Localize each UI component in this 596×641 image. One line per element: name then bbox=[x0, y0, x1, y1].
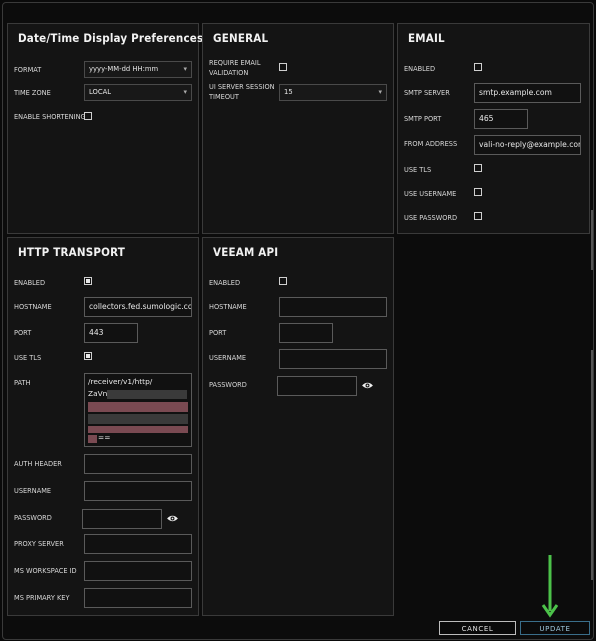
path-label: PATH bbox=[14, 379, 31, 387]
http-username-label: USERNAME bbox=[14, 487, 52, 495]
http-use-tls-checkbox[interactable] bbox=[84, 352, 92, 360]
use-password-label: USE PASSWORD bbox=[404, 214, 458, 222]
email-enabled-checkbox[interactable] bbox=[474, 63, 482, 71]
format-label: FORMAT bbox=[14, 66, 42, 74]
http-password-label: PASSWORD bbox=[14, 514, 52, 522]
ms-primary-key-input[interactable] bbox=[84, 588, 192, 608]
veeam-port-input[interactable] bbox=[279, 323, 333, 343]
timezone-select[interactable]: LOCAL ▾ bbox=[84, 84, 192, 101]
redacted-block bbox=[88, 414, 188, 424]
from-address-label: FROM ADDRESS bbox=[404, 140, 458, 148]
email-use-password-checkbox[interactable] bbox=[474, 212, 482, 220]
veeam-enabled-label: ENABLED bbox=[209, 279, 241, 287]
show-password-eye-icon[interactable] bbox=[361, 381, 374, 390]
email-panel: EMAIL ENABLED SMTP SERVER smtp.example.c… bbox=[397, 23, 590, 234]
use-tls-label: USE TLS bbox=[404, 166, 432, 174]
veeam-username-label: USERNAME bbox=[209, 354, 247, 362]
annotation-arrow-icon bbox=[541, 555, 559, 618]
veeam-password-input[interactable] bbox=[277, 376, 357, 396]
http-use-tls-label: USE TLS bbox=[14, 354, 42, 362]
path-textarea[interactable]: /receiver/v1/http/ ZaVn == bbox=[84, 373, 192, 447]
http-password-input[interactable] bbox=[82, 509, 162, 529]
session-timeout-label-line2: TIMEOUT bbox=[209, 93, 239, 101]
http-enabled-label: ENABLED bbox=[14, 279, 46, 287]
auth-header-label: AUTH HEADER bbox=[14, 460, 62, 468]
email-use-tls-checkbox[interactable] bbox=[474, 164, 482, 172]
session-timeout-label-line1: UI SERVER SESSION bbox=[209, 83, 275, 91]
smtp-server-input[interactable]: smtp.example.com bbox=[474, 83, 581, 103]
redacted-block bbox=[88, 402, 188, 412]
http-hostname-input[interactable]: collectors.fed.sumologic.com bbox=[84, 297, 192, 317]
timezone-value: LOCAL bbox=[89, 88, 112, 96]
http-hostname-label: HOSTNAME bbox=[14, 303, 52, 311]
path-line-1: /receiver/v1/http/ bbox=[88, 377, 153, 386]
ms-workspace-id-input[interactable] bbox=[84, 561, 192, 581]
veeam-enabled-checkbox[interactable] bbox=[279, 277, 287, 285]
chevron-down-icon: ▾ bbox=[183, 88, 187, 96]
http-enabled-checkbox[interactable] bbox=[84, 277, 92, 285]
cancel-button[interactable]: CANCEL bbox=[439, 621, 516, 635]
session-timeout-select[interactable]: 15 ▾ bbox=[279, 84, 387, 101]
from-address-input[interactable]: vali-no-reply@example.com bbox=[474, 135, 581, 155]
veeam-title: VEEAM API bbox=[213, 245, 279, 259]
veeam-port-label: PORT bbox=[209, 329, 227, 337]
update-button[interactable]: UPDATE bbox=[520, 621, 590, 635]
chevron-down-icon: ▾ bbox=[183, 65, 187, 73]
general-title: GENERAL bbox=[213, 31, 269, 45]
email-title: EMAIL bbox=[408, 31, 445, 45]
http-transport-panel: HTTP TRANSPORT ENABLED HOSTNAME collecto… bbox=[7, 237, 199, 616]
veeam-password-label: PASSWORD bbox=[209, 381, 247, 389]
http-port-input[interactable]: 443 bbox=[84, 323, 138, 343]
session-timeout-value: 15 bbox=[284, 88, 293, 96]
shortening-checkbox[interactable] bbox=[84, 112, 92, 120]
path-line-2: ZaVn bbox=[88, 389, 108, 398]
redacted-block bbox=[88, 435, 97, 443]
email-use-username-checkbox[interactable] bbox=[474, 188, 482, 196]
redacted-block bbox=[88, 426, 188, 433]
require-email-checkbox[interactable] bbox=[279, 63, 287, 71]
veeam-hostname-label: HOSTNAME bbox=[209, 303, 247, 311]
smtp-server-label: SMTP SERVER bbox=[404, 89, 450, 97]
datetime-panel: Date/Time Display Preferences FORMAT yyy… bbox=[7, 23, 203, 234]
format-select[interactable]: yyyy-MM-dd HH:mm ▾ bbox=[84, 61, 192, 78]
auth-header-input[interactable] bbox=[84, 454, 192, 474]
format-value: yyyy-MM-dd HH:mm bbox=[89, 65, 159, 73]
show-password-eye-icon[interactable] bbox=[166, 514, 179, 523]
veeam-username-input[interactable] bbox=[279, 349, 387, 369]
redacted-block bbox=[107, 390, 187, 399]
http-title: HTTP TRANSPORT bbox=[18, 245, 126, 259]
require-email-label-line2: VALIDATION bbox=[209, 69, 249, 77]
require-email-label-line1: REQUIRE EMAIL bbox=[209, 59, 261, 67]
proxy-server-label: PROXY SERVER bbox=[14, 540, 64, 548]
timezone-label: TIME ZONE bbox=[14, 89, 51, 97]
scrollbar-thumb[interactable] bbox=[591, 210, 593, 270]
scrollbar-track[interactable] bbox=[591, 350, 593, 580]
smtp-port-input[interactable]: 465 bbox=[474, 109, 528, 129]
http-username-input[interactable] bbox=[84, 481, 192, 501]
path-line-5: == bbox=[98, 433, 111, 442]
datetime-title: Date/Time Display Preferences bbox=[18, 31, 204, 45]
chevron-down-icon: ▾ bbox=[378, 88, 382, 96]
proxy-server-input[interactable] bbox=[84, 534, 192, 554]
ms-workspace-id-label: MS WORKSPACE ID bbox=[14, 567, 77, 575]
shortening-label: ENABLE SHORTENING bbox=[14, 113, 86, 121]
ms-primary-key-label: MS PRIMARY KEY bbox=[14, 594, 70, 602]
email-enabled-label: ENABLED bbox=[404, 65, 436, 73]
veeam-api-panel: VEEAM API ENABLED HOSTNAME PORT USERNAME… bbox=[202, 237, 394, 616]
general-panel: GENERAL REQUIRE EMAIL VALIDATION UI SERV… bbox=[202, 23, 394, 234]
smtp-port-label: SMTP PORT bbox=[404, 115, 442, 123]
veeam-hostname-input[interactable] bbox=[279, 297, 387, 317]
http-port-label: PORT bbox=[14, 329, 32, 337]
use-username-label: USE USERNAME bbox=[404, 190, 457, 198]
